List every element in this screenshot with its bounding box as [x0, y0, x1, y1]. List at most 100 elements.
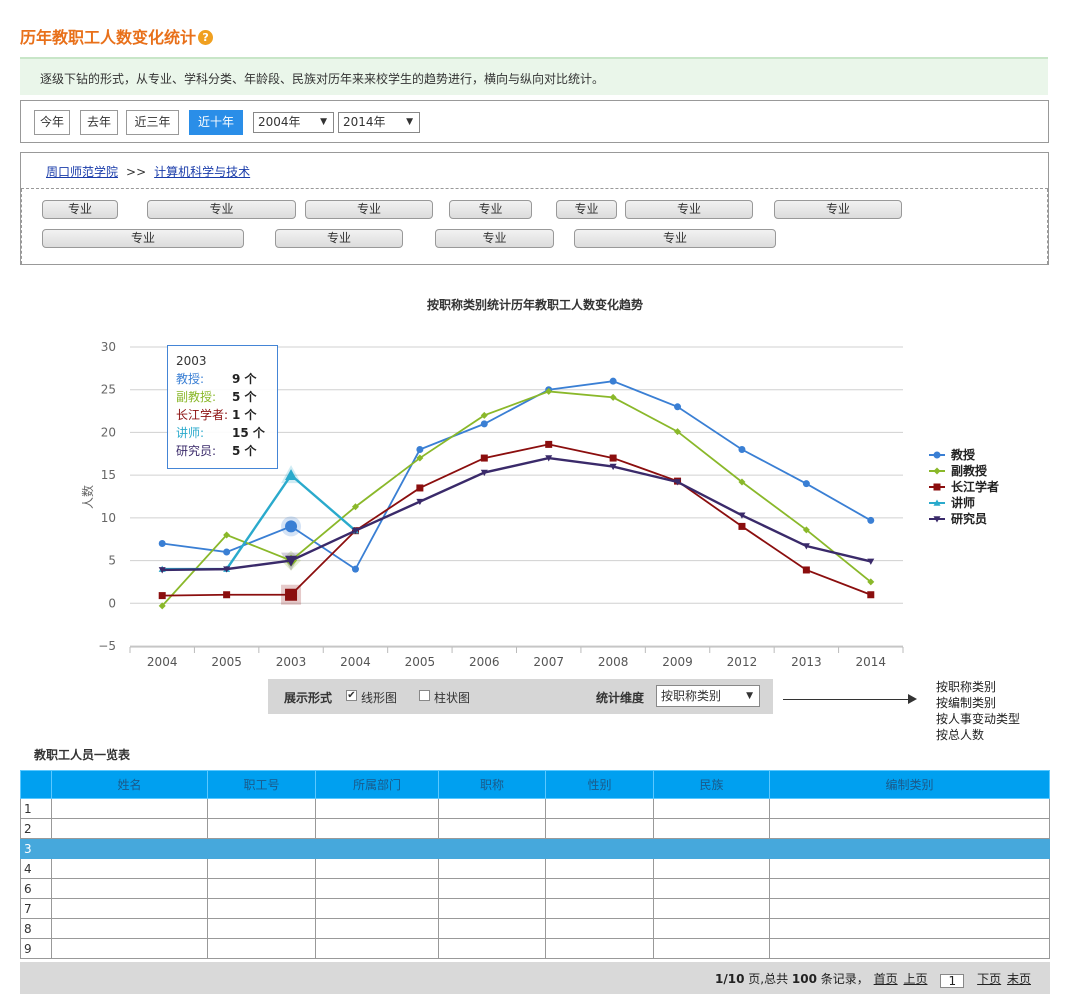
- table-header-row: 姓名 职工号 所属部门 职称 性别 民族 编制类别: [20, 770, 1050, 799]
- column-header-title[interactable]: 职称: [438, 770, 546, 799]
- filter-this-year-button[interactable]: 今年: [34, 110, 70, 135]
- table-cell: [315, 878, 439, 899]
- breadcrumb-root-link[interactable]: 周口师范学院: [46, 165, 118, 179]
- table-cell: [315, 838, 439, 859]
- table-cell: [207, 858, 316, 879]
- pagination-bar: 1/10 页,总共 100 条记录， 首页 上页 1 下页 末页: [20, 962, 1050, 994]
- tooltip-series-value: 15 个: [232, 425, 266, 440]
- tooltip-series-label: 副教授:: [176, 389, 216, 404]
- from-year-select[interactable]: 2004年 ▼: [253, 112, 334, 133]
- next-page-link[interactable]: 下页: [977, 972, 1001, 986]
- major-button-grid: 专业 专业 专业 专业 专业 专业 专业 专业 专业 专业 专业: [21, 189, 1048, 264]
- tooltip-title: 2003: [176, 354, 207, 368]
- legend-marker: [933, 451, 941, 459]
- filter-last-year-button[interactable]: 去年: [80, 110, 118, 135]
- column-header-department[interactable]: 所属部门: [315, 770, 439, 799]
- table-cell: [653, 838, 770, 859]
- description-banner: 逐级下钻的形式，从专业、学科分类、年龄段、民族对历年来来校学生的趋势进行，横向与…: [20, 57, 1048, 95]
- table-row[interactable]: 8: [20, 918, 1050, 939]
- first-page-link[interactable]: 首页: [874, 972, 898, 986]
- table-row[interactable]: 9: [20, 938, 1050, 959]
- major-button[interactable]: 专业: [574, 229, 776, 248]
- table-cell: [769, 918, 1050, 939]
- page-summary-tail: 条记录，: [816, 972, 869, 986]
- table-cell: [769, 838, 1050, 859]
- table-row[interactable]: 6: [20, 878, 1050, 899]
- table-row[interactable]: 4: [20, 858, 1050, 879]
- dimension-option[interactable]: 按编制类别: [936, 695, 1020, 711]
- major-button[interactable]: 专业: [42, 200, 118, 219]
- major-button[interactable]: 专业: [275, 229, 403, 248]
- table-cell: [653, 878, 770, 899]
- trend-line-chart: 按职称类别统计历年教职工人数变化趋势 30 25 20 15 10 5 0 −5 2004 2005…: [80, 297, 999, 669]
- data-point: [416, 484, 424, 492]
- breadcrumb: 周口师范学院 >> 计算机科学与技术: [21, 153, 1048, 189]
- total-records: 100: [791, 972, 817, 986]
- drilldown-panel: 周口师范学院 >> 计算机科学与技术 专业 专业 专业 专业 专业 专业 专业 专业…: [20, 152, 1049, 265]
- filter-last-three-years-button[interactable]: 近三年: [126, 110, 179, 135]
- table-cell: [438, 858, 546, 879]
- prev-page-link[interactable]: 上页: [903, 972, 927, 986]
- help-icon[interactable]: ?: [198, 30, 214, 45]
- dimension-option[interactable]: 按总人数: [936, 727, 1020, 743]
- table-cell: [545, 918, 654, 939]
- table-cell: [438, 898, 546, 919]
- x-tick-label: 2013: [791, 655, 822, 669]
- bar-chart-checkbox[interactable]: [419, 690, 430, 701]
- x-tick-label: 2005: [211, 655, 242, 669]
- major-button[interactable]: 专业: [774, 200, 902, 219]
- major-button[interactable]: 专业: [435, 229, 554, 248]
- dimension-option[interactable]: 按人事变动类型: [936, 711, 1020, 727]
- dimension-value: 按职称类别: [661, 689, 722, 703]
- data-point: [674, 403, 682, 411]
- dimension-option[interactable]: 按职称类别: [936, 679, 1020, 695]
- data-point: [609, 393, 617, 401]
- legend-label: 长江学者: [951, 479, 999, 494]
- column-header-name[interactable]: 姓名: [51, 770, 208, 799]
- x-tick-label: 2008: [598, 655, 629, 669]
- table-cell: [545, 838, 654, 859]
- table-cell: [315, 938, 439, 959]
- line-chart-checkbox[interactable]: ✔: [346, 690, 357, 701]
- table-row[interactable]: 1: [20, 798, 1050, 819]
- major-button[interactable]: 专业: [42, 229, 244, 248]
- table-row[interactable]: 3: [20, 838, 1050, 859]
- column-header-staff-id[interactable]: 职工号: [207, 770, 316, 799]
- row-number-cell: 6: [20, 878, 52, 899]
- table-cell: [438, 878, 546, 899]
- page-number-input[interactable]: 1: [940, 974, 965, 988]
- last-page-link[interactable]: 末页: [1007, 972, 1031, 986]
- series-line-讲师: [162, 473, 357, 571]
- major-button[interactable]: 专业: [449, 200, 532, 219]
- table-cell: [51, 798, 208, 819]
- table-cell: [315, 898, 439, 919]
- row-number-cell: 7: [20, 898, 52, 919]
- column-header-gender[interactable]: 性别: [545, 770, 654, 799]
- major-button[interactable]: 专业: [556, 200, 617, 219]
- dimension-select[interactable]: 按职称类别 ▼: [656, 685, 760, 707]
- page-title-text: 历年教职工人数变化统计: [20, 28, 197, 47]
- major-button[interactable]: 专业: [305, 200, 433, 219]
- table-row[interactable]: 7: [20, 898, 1050, 919]
- breadcrumb-current-link[interactable]: 计算机科学与技术: [154, 165, 250, 179]
- major-button[interactable]: 专业: [147, 200, 296, 219]
- staff-table: 姓名 职工号 所属部门 职称 性别 民族 编制类别 12346789: [20, 770, 1050, 959]
- data-point: [609, 377, 617, 385]
- table-cell: [438, 838, 546, 859]
- table-body: 12346789: [20, 798, 1050, 959]
- to-year-select[interactable]: 2014年 ▼: [338, 112, 420, 133]
- table-cell: [769, 878, 1050, 899]
- table-cell: [545, 858, 654, 879]
- column-header-staffing-type[interactable]: 编制类别: [769, 770, 1050, 799]
- data-point: [738, 522, 746, 530]
- row-number-cell: 2: [20, 818, 52, 839]
- table-cell: [653, 898, 770, 919]
- column-header-ethnicity[interactable]: 民族: [653, 770, 770, 799]
- table-row[interactable]: 2: [20, 818, 1050, 839]
- major-button[interactable]: 专业: [625, 200, 753, 219]
- row-number-cell: 9: [20, 938, 52, 959]
- x-tick-label: 2003: [276, 655, 307, 669]
- filter-last-ten-years-button[interactable]: 近十年: [189, 110, 243, 135]
- y-tick-label: 20: [101, 425, 116, 439]
- table-cell: [51, 878, 208, 899]
